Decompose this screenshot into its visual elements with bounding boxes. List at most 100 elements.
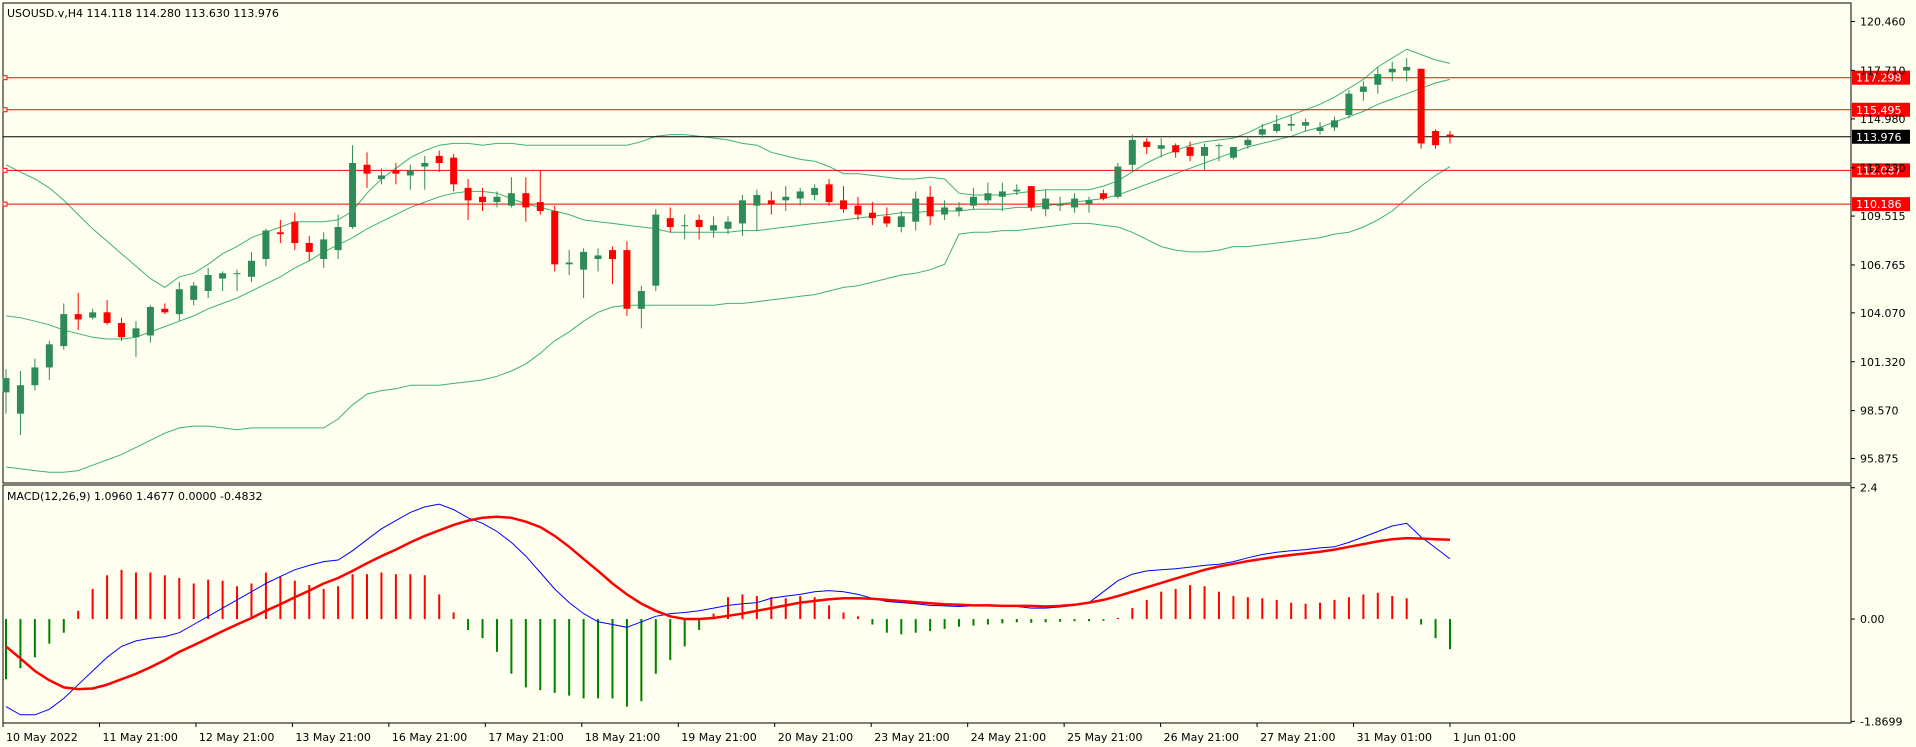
candle-bull: [710, 225, 718, 231]
candle-bear: [276, 232, 284, 235]
time-axis-label: 13 May 21:00: [295, 731, 370, 744]
candle-bull: [493, 196, 501, 203]
time-axis-label: 17 May 21:00: [488, 731, 563, 744]
candle-bull: [45, 344, 53, 368]
price-axis-label: 114.980: [1860, 113, 1906, 126]
time-axis-label: 16 May 21:00: [392, 731, 467, 744]
price-axis-label: 104.070: [1860, 307, 1906, 320]
price-axis-label: 95.875: [1860, 453, 1899, 466]
candle-bear: [161, 308, 169, 313]
candle-bull: [782, 196, 790, 201]
time-axis-label: 10 May 2022: [6, 731, 78, 744]
time-axis-label: 11 May 21:00: [102, 731, 177, 744]
price-axis-label: 106.765: [1860, 259, 1906, 272]
candle-bull: [1316, 127, 1324, 131]
candle-bear: [666, 218, 674, 227]
candle-bull: [637, 291, 645, 309]
candle-bull: [334, 227, 342, 251]
candle-bull: [580, 251, 588, 270]
candle-bull: [16, 385, 24, 414]
time-axis-label: 24 May 21:00: [971, 731, 1046, 744]
candle-bull: [565, 262, 573, 265]
candle-bull: [1388, 68, 1396, 73]
candle-bear: [291, 221, 299, 243]
candle-bull: [811, 187, 819, 195]
candle-bull: [1114, 166, 1122, 197]
candle-bull: [1345, 93, 1353, 115]
candle-bear: [464, 187, 472, 201]
candle-bull: [233, 273, 241, 275]
candle-bull: [1244, 139, 1252, 146]
macd-axis-label: 0.00: [1860, 613, 1885, 626]
candle-bear: [1099, 193, 1107, 199]
candle-bear: [926, 196, 934, 217]
time-axis-label: 27 May 21:00: [1260, 731, 1335, 744]
price-axis-label: 117.710: [1860, 64, 1906, 77]
macd-axis-label: 2.4: [1860, 482, 1878, 495]
candle-bull: [753, 195, 761, 206]
candle-bear: [854, 205, 862, 215]
price-axis-label: 112.230: [1860, 162, 1906, 175]
candle-bull: [969, 196, 977, 206]
candle-bull: [955, 207, 963, 211]
candle-bull: [89, 312, 97, 318]
price-axis-label: 98.570: [1860, 405, 1899, 418]
candle-bull: [31, 367, 39, 386]
candle-bull: [1302, 122, 1310, 126]
candle-bear: [623, 250, 631, 309]
candle-bull: [1013, 189, 1021, 192]
candle-bull: [507, 193, 515, 206]
candle-bull: [262, 230, 270, 259]
candle-bull: [175, 289, 183, 315]
time-axis-label: 12 May 21:00: [199, 731, 274, 744]
candle-bull: [60, 314, 68, 347]
time-axis-label: 23 May 21:00: [874, 731, 949, 744]
candle-bull: [1215, 145, 1223, 147]
candle-bull: [219, 273, 227, 279]
trading-chart[interactable]: 117.298115.495112.087110.186120.460117.7…: [0, 0, 1916, 747]
time-axis-label: 20 May 21:00: [778, 731, 853, 744]
candle-bear: [883, 216, 891, 224]
candle-bear: [305, 243, 313, 252]
symbol-header: USOUSD.v,H4 114.118 114.280 113.630 113.…: [7, 7, 279, 20]
candle-bear: [392, 170, 400, 174]
candle-bull: [941, 207, 949, 215]
candle-bear: [536, 202, 544, 211]
time-axis-label: 25 May 21:00: [1067, 731, 1142, 744]
macd-axis-label: -1.8699: [1860, 715, 1902, 728]
price-axis-label: 101.320: [1860, 356, 1906, 369]
candle-bear: [1143, 141, 1151, 147]
candle-bear: [767, 200, 775, 204]
candle-bull: [796, 191, 804, 199]
candle-bull: [912, 198, 920, 222]
candle-bear: [1432, 131, 1440, 146]
candle-bear: [479, 196, 487, 203]
candle-bull: [349, 163, 357, 227]
candle-bull: [594, 255, 602, 259]
candle-bear: [825, 184, 833, 203]
price-axis-label: 120.460: [1860, 15, 1906, 28]
candle-bear: [1446, 134, 1454, 137]
candle-bull: [681, 225, 689, 227]
candle-bear: [868, 212, 876, 219]
candle-bull: [1071, 198, 1079, 208]
candle-bull: [1201, 147, 1209, 156]
candle-bull: [421, 163, 429, 167]
candle-bull: [1374, 74, 1382, 85]
time-axis-label: 18 May 21:00: [585, 731, 660, 744]
candle-bull: [1229, 147, 1237, 158]
candle-bull: [1273, 123, 1281, 131]
time-axis-label: 26 May 21:00: [1164, 731, 1239, 744]
candle-bull: [652, 214, 660, 286]
candle-bull: [320, 239, 328, 259]
candle-bull: [204, 275, 212, 291]
level-anchor: [2, 75, 8, 81]
candle-bull: [1042, 198, 1050, 210]
candle-bull: [132, 328, 140, 338]
candle-bear: [363, 164, 371, 174]
candle-bull: [998, 191, 1006, 197]
candle-bull: [2, 378, 10, 393]
candle-bull: [1258, 129, 1266, 135]
candle-bull: [1157, 145, 1165, 149]
macd-header: MACD(12,26,9) 1.0960 1.4677 0.0000 -0.48…: [7, 490, 262, 503]
